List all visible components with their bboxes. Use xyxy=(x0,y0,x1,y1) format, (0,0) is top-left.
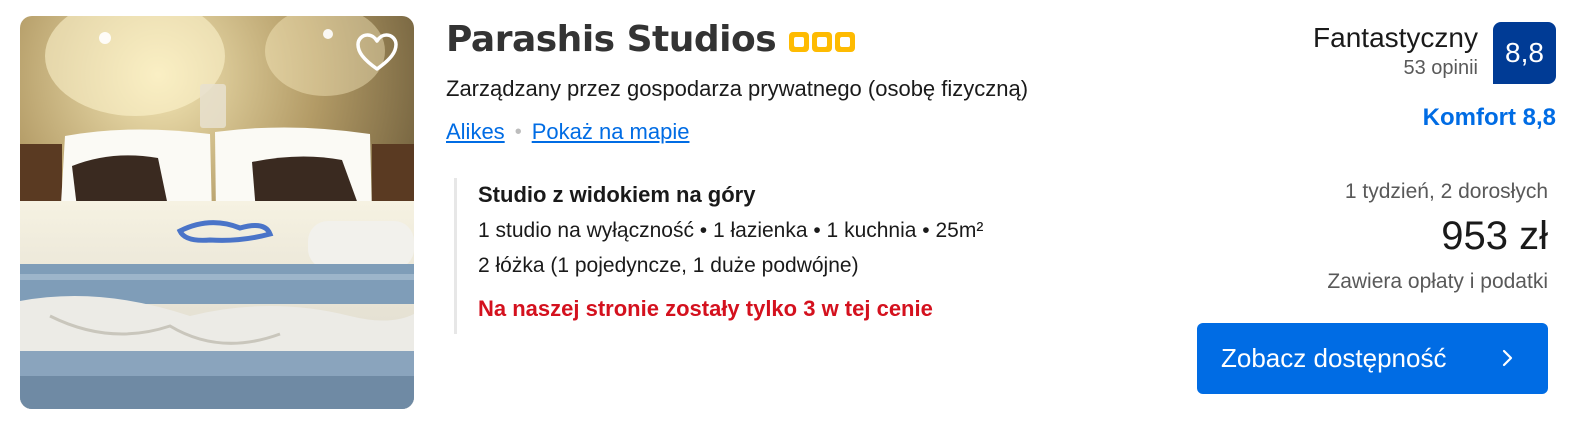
host-type: Zarządzany przez gospodarza prywatnego (… xyxy=(446,76,1029,101)
star-square-icon xyxy=(835,32,856,52)
favorite-heart-icon[interactable] xyxy=(354,30,400,76)
room-details: 1 studio na wyłączność • 1 łazienka • 1 … xyxy=(478,219,984,242)
title-row: Parashis Studios xyxy=(446,18,858,62)
show-on-map-link[interactable]: Pokaż na mapie xyxy=(532,118,690,146)
chevron-right-icon xyxy=(1502,349,1513,367)
star-square-icon xyxy=(812,32,833,52)
price: 953 zł xyxy=(1441,214,1548,258)
cta-label: Zobacz dostępność xyxy=(1221,343,1447,373)
property-name[interactable]: Parashis Studios xyxy=(446,18,777,62)
location-links: Alikes • Pokaż na mapie xyxy=(446,118,689,146)
star-rating xyxy=(789,32,858,52)
review-summary[interactable]: Fantastyczny 53 opinii xyxy=(1313,20,1478,80)
comfort-score: Komfort 8,8 xyxy=(1422,104,1556,131)
see-availability-button[interactable]: Zobacz dostępność xyxy=(1197,323,1548,394)
location-link[interactable]: Alikes xyxy=(446,118,505,146)
room-info: Studio z widokiem na góry 1 studio na wy… xyxy=(454,178,1154,334)
room-name: Studio z widokiem na góry xyxy=(478,182,756,207)
separator-dot: • xyxy=(514,121,522,143)
star-square-icon xyxy=(789,32,810,52)
review-count: 53 opinii xyxy=(1403,57,1478,79)
review-score-badge[interactable]: 8,8 xyxy=(1493,22,1556,84)
stay-length: 1 tydzień, 2 dorosłych xyxy=(1344,180,1548,203)
scarcity-message: Na naszej stronie zostały tylko 3 w tej … xyxy=(478,296,933,321)
review-label: Fantastyczny xyxy=(1313,22,1478,53)
bed-info: 2 łóżka (1 pojedyncze, 1 duże podwójne) xyxy=(478,254,859,277)
taxes-note: Zawiera opłaty i podatki xyxy=(1327,270,1548,293)
